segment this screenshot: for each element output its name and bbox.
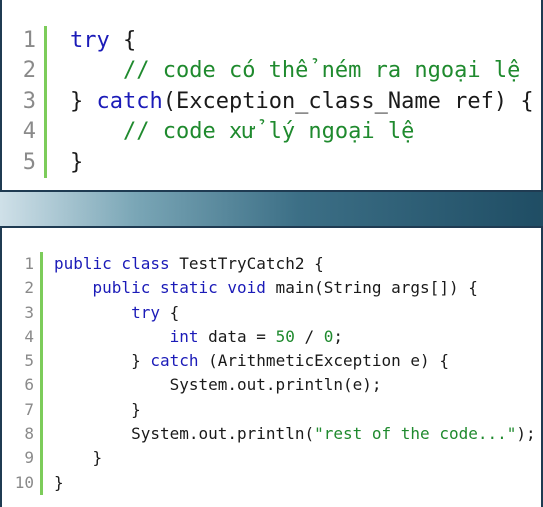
- code-line: }: [70, 148, 534, 178]
- code-token: );: [516, 424, 536, 444]
- code-line: }: [54, 471, 536, 495]
- string-token: "rest of the code...": [314, 424, 517, 444]
- code-line: public class TestTryCatch2 {: [54, 252, 536, 276]
- line-number-gutter: 1 2 3 4 5: [12, 26, 36, 178]
- line-number: 6: [24, 375, 34, 395]
- keyword-token: catch: [96, 88, 163, 114]
- line-number: 1: [22, 28, 36, 53]
- code-text: try { // code có thể ném ra ngoại lệ} ca…: [70, 26, 534, 178]
- code-token: }: [70, 88, 97, 114]
- keyword-token: try: [131, 302, 160, 322]
- keyword-token: int: [169, 326, 199, 346]
- line-number-gutter: 1 2 3 4 5 6 7 8 9 10: [14, 252, 34, 495]
- code-token: System.out.println(: [54, 424, 315, 444]
- code-token: ;: [333, 326, 344, 346]
- code-line: public static void main(String args[]) {: [54, 276, 536, 300]
- line-number: 8: [24, 424, 34, 444]
- code-line: int data = 50 / 0;: [54, 325, 536, 349]
- code-line: System.out.println(e);: [54, 373, 536, 397]
- code-token: {: [159, 302, 180, 322]
- code-token: TestTryCatch2 {: [169, 254, 324, 273]
- code-token: (Exception_class_Name ref) {: [162, 88, 534, 114]
- code-token: }: [54, 399, 141, 419]
- number-token: 50: [275, 326, 295, 346]
- code-token: }: [70, 149, 84, 175]
- divider-band: [0, 192, 543, 226]
- code-token: }: [54, 448, 103, 468]
- line-number: 9: [24, 448, 34, 468]
- keyword-token: public static void: [92, 278, 266, 298]
- line-number: 3: [24, 302, 34, 322]
- code-line: // code xử lý ngoại lệ: [70, 117, 534, 147]
- code-line: System.out.println("rest of the code..."…: [54, 422, 536, 446]
- keyword-token: try: [70, 28, 110, 53]
- number-token: 0: [323, 326, 334, 346]
- comment-token: // code xử lý ngoại lệ: [122, 119, 415, 145]
- line-number: 7: [24, 399, 34, 419]
- code-line: }: [54, 446, 536, 470]
- line-number: 5: [24, 351, 34, 371]
- code-line: } catch (ArithmeticException e) {: [54, 349, 536, 373]
- comment-token: // code có thể ném ra ngoại lệ: [122, 58, 521, 84]
- line-number: 10: [14, 472, 34, 492]
- line-number: 4: [22, 119, 36, 145]
- keyword-token: catch: [150, 351, 199, 371]
- line-number: 5: [22, 149, 36, 175]
- code-token: data =: [198, 326, 276, 346]
- code-token: {: [109, 28, 137, 53]
- keyword-token: public class: [54, 254, 170, 273]
- code-token: System.out.println(e);: [54, 375, 382, 395]
- code-line: try {: [70, 26, 534, 56]
- code-line: }: [54, 398, 536, 422]
- line-number: 2: [22, 58, 36, 84]
- line-number: 2: [24, 278, 34, 298]
- gutter-separator: [40, 252, 43, 495]
- gutter-separator: [44, 26, 47, 178]
- code-token: /: [294, 326, 324, 346]
- code-line: try {: [54, 301, 536, 325]
- code-text: public class TestTryCatch2 { public stat…: [54, 252, 536, 495]
- code-token: }: [54, 351, 151, 371]
- code-line: // code có thể ném ra ngoại lệ: [70, 56, 534, 86]
- code-token: }: [54, 472, 64, 492]
- line-number: 1: [24, 254, 34, 273]
- line-number: 3: [22, 88, 36, 114]
- line-number: 4: [24, 326, 34, 346]
- code-token: (ArithmeticException e) {: [198, 351, 449, 371]
- code-line: } catch(Exception_class_Name ref) {: [70, 87, 534, 117]
- code-token: main(String args[]) {: [265, 278, 478, 298]
